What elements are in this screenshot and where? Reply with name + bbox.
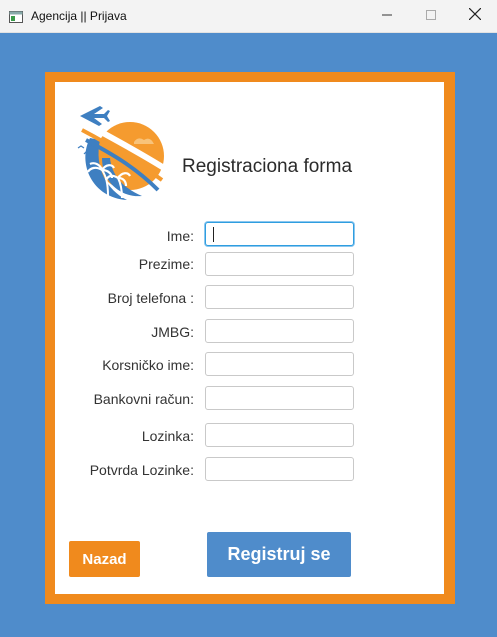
window-title: Agencija || Prijava: [31, 9, 127, 23]
label-potvrda-lozinke: Potvrda Lozinke:: [89, 462, 194, 478]
bankovni-racun-input[interactable]: [205, 386, 354, 410]
minimize-icon: [382, 7, 392, 25]
minimize-button[interactable]: [365, 0, 409, 32]
maximize-icon: [426, 7, 436, 25]
register-button[interactable]: Registruj se: [207, 532, 351, 577]
lozinka-input[interactable]: [205, 423, 354, 447]
potvrda-lozinke-input[interactable]: [205, 457, 354, 481]
korisnicko-ime-input[interactable]: [205, 352, 354, 376]
maximize-button[interactable]: [409, 0, 453, 32]
label-ime: Ime:: [166, 228, 194, 244]
form-title: Registraciona forma: [182, 156, 353, 177]
back-button[interactable]: Nazad: [69, 541, 140, 577]
travel-agency-logo: [72, 98, 172, 213]
label-jmbg: JMBG:: [151, 324, 194, 340]
close-button[interactable]: [453, 0, 497, 32]
broj-telefona-input[interactable]: [205, 285, 354, 309]
window-titlebar: Agencija || Prijava: [0, 0, 497, 33]
label-broj-telefona: Broj telefona :: [107, 290, 194, 306]
label-lozinka: Lozinka:: [141, 428, 194, 444]
text-caret: [213, 227, 214, 242]
ime-input[interactable]: [205, 222, 354, 246]
app-window-icon: [9, 10, 23, 28]
label-bankovni-racun: Bankovni račun:: [93, 391, 194, 407]
jmbg-input[interactable]: [205, 319, 354, 343]
prezime-input[interactable]: [205, 252, 354, 276]
label-prezime: Prezime:: [138, 256, 194, 272]
close-icon: [468, 7, 482, 25]
label-korisnicko-ime: Korsničko ime:: [102, 357, 194, 373]
